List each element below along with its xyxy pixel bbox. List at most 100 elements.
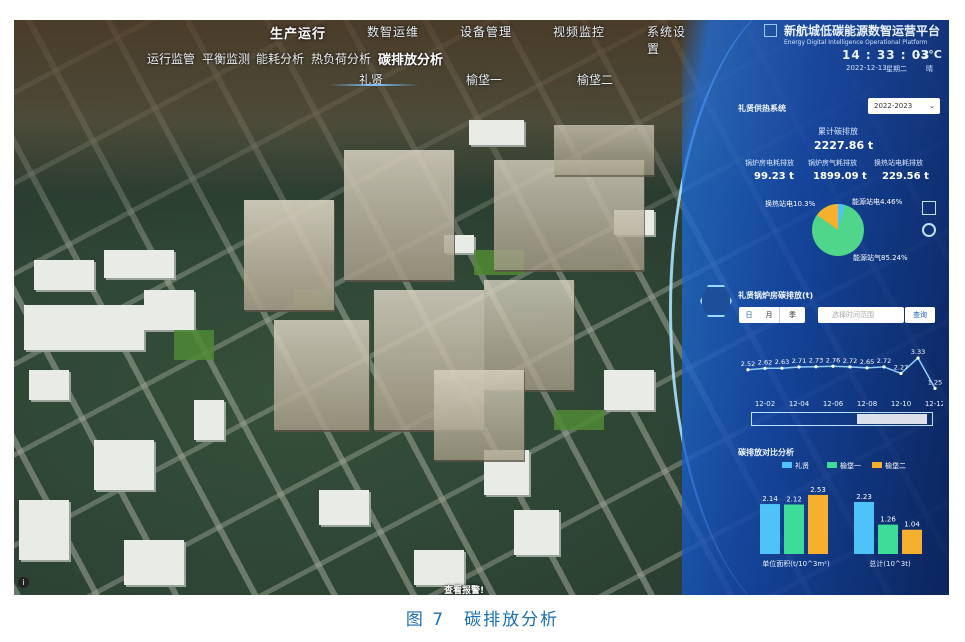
figure-caption: 图 7 碳排放分析 — [405, 610, 560, 630]
bar-value-label: 2.23 — [856, 493, 872, 501]
boiler-emission-line-chart: 2.52 2.62 2.63 2.71 2.73 2.76 2.72 2.65 2.722.27… — [741, 348, 943, 408]
bar — [878, 524, 898, 554]
building — [144, 290, 194, 330]
date-range-input[interactable]: 选择时间范围 — [818, 307, 904, 323]
pie-label-1: 换热站电10.3% — [765, 199, 816, 208]
subnav-energy[interactable]: 能耗分析 — [256, 50, 304, 67]
x-tick-label: 12-06 — [823, 400, 844, 408]
data-point — [814, 365, 818, 369]
building — [514, 510, 559, 555]
stat-value-1: 99.23 t — [754, 171, 794, 182]
building — [194, 400, 224, 440]
stat-label-1: 锅炉房电耗排放 — [745, 159, 794, 167]
subnav-heat[interactable]: 热负荷分析 — [311, 50, 371, 67]
bar-value-label: 1.26 — [880, 516, 896, 524]
legend-label: 榆垡二 — [885, 461, 906, 470]
info-icon[interactable]: i — [18, 577, 29, 588]
time-range-slider[interactable] — [751, 412, 933, 426]
target-icon[interactable] — [922, 223, 936, 237]
logo-icon — [764, 24, 777, 37]
top-navigation: 生产运行 数智运维 设备管理 视频监控 系统设置 运行监管 平衡监测 能耗分析 … — [14, 20, 694, 110]
data-label: 2.71 — [792, 357, 806, 365]
period-month-button[interactable]: 月 — [759, 307, 779, 323]
data-label: 2.63 — [775, 358, 789, 366]
nav-item-settings[interactable]: 系统设置 — [647, 23, 694, 57]
nav-item-video[interactable]: 视频监控 — [553, 23, 605, 40]
building — [19, 500, 69, 560]
data-point — [831, 364, 835, 368]
data-point — [865, 366, 869, 370]
bar-value-label: 2.12 — [786, 496, 802, 504]
data-label: 2.72 — [877, 357, 891, 365]
building — [604, 370, 654, 410]
residential-cluster — [554, 125, 654, 175]
bar — [854, 501, 874, 554]
data-point — [933, 386, 937, 390]
subnav-balance[interactable]: 平衡监测 — [202, 50, 250, 67]
bar-value-label: 2.14 — [762, 495, 778, 503]
data-label: 2.76 — [826, 356, 840, 364]
x-tick-label: 12-12 — [925, 400, 943, 408]
bar-value-label: 2.53 — [810, 486, 826, 494]
nav-item-ops[interactable]: 数智运维 — [367, 23, 419, 40]
tab-yufa-2[interactable]: 榆垡二 — [577, 71, 613, 88]
data-point — [763, 366, 767, 370]
green-area — [174, 330, 214, 360]
data-point — [899, 371, 903, 376]
section-heating-title: 礼贤供热系统 — [738, 104, 786, 113]
stat-label-3: 换热站电耗排放 — [874, 159, 923, 167]
alarm-link[interactable]: 查看报警! — [444, 583, 484, 595]
data-label: 2.72 — [843, 357, 857, 365]
bar — [760, 504, 780, 554]
period-day-button[interactable]: 日 — [739, 307, 759, 323]
building — [414, 550, 464, 585]
category-label: 总计(10^3t) — [869, 559, 911, 568]
chevron-down-icon: ⌄ — [929, 102, 935, 110]
residential-cluster — [244, 200, 334, 310]
building — [24, 305, 144, 350]
date: 2022-12-13 — [846, 64, 887, 72]
category-label: 单位面积(t/10^3m²) — [762, 559, 830, 568]
total-label: 累计碳排放 — [818, 127, 858, 136]
nav-item-equipment[interactable]: 设备管理 — [460, 23, 512, 40]
building — [104, 250, 174, 278]
residential-cluster — [274, 320, 369, 430]
weather: 晴 — [926, 65, 933, 73]
slider-window[interactable] — [857, 414, 927, 424]
data-point — [882, 365, 886, 369]
platform-subtitle: Energy Digital Intelligence Operational … — [784, 39, 928, 46]
legend-swatch — [827, 462, 837, 468]
data-label: 1.25 — [928, 378, 942, 386]
bar — [784, 504, 804, 554]
data-point — [746, 368, 750, 372]
data-label: 2.62 — [758, 358, 772, 366]
query-button[interactable]: 查询 — [905, 307, 935, 323]
stat-label-2: 锅炉房气耗排放 — [808, 159, 857, 167]
building — [29, 370, 69, 400]
weekday: 星期二 — [886, 65, 907, 73]
data-point — [916, 356, 920, 360]
data-point — [797, 365, 801, 369]
building — [34, 260, 94, 290]
data-label: 3.33 — [911, 348, 925, 356]
pie-label-2: 能源站电4.46% — [852, 197, 903, 206]
legend-label: 礼贤 — [795, 461, 809, 470]
x-tick-label: 12-08 — [857, 400, 877, 408]
section-compare-title: 碳排放对比分析 — [738, 448, 794, 457]
nav-item-production[interactable]: 生产运行 — [270, 23, 326, 42]
data-label: 2.65 — [860, 358, 874, 366]
section-boiler-title: 礼贤锅炉房碳排放(t) — [738, 291, 814, 300]
subnav-carbon[interactable]: 碳排放分析 — [378, 49, 443, 68]
data-point — [780, 366, 784, 370]
x-tick-label: 12-10 — [891, 400, 911, 408]
x-tick-label: 12-04 — [789, 400, 810, 408]
tab-yufa-1[interactable]: 榆垡一 — [466, 71, 502, 88]
grid-view-icon[interactable] — [922, 201, 936, 215]
period-quarter-button[interactable]: 季 — [779, 307, 805, 323]
legend-label: 榆垡一 — [840, 461, 861, 470]
building — [469, 120, 524, 145]
year-select[interactable]: 2022-2023 ⌄ — [868, 98, 940, 114]
subnav-operation[interactable]: 运行监管 — [147, 50, 195, 67]
active-tab-indicator — [329, 84, 419, 86]
green-area — [554, 410, 604, 430]
